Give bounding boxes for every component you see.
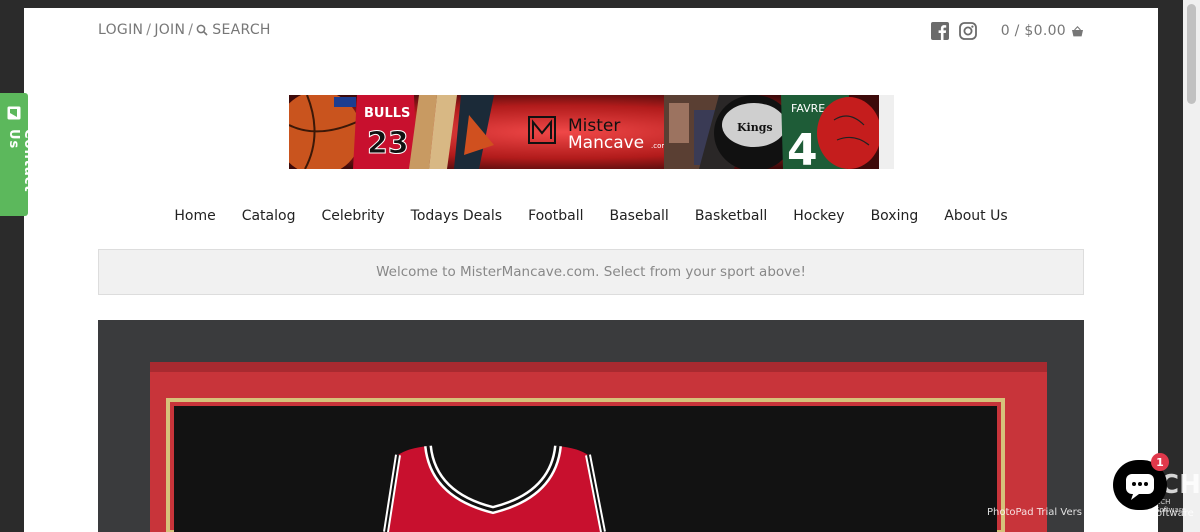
separator: / — [146, 22, 152, 38]
banner-puck-text: Kings — [737, 121, 773, 134]
chat-notification-badge: 1 — [1151, 453, 1169, 471]
nav-item-home[interactable]: Home — [174, 208, 215, 224]
search-link[interactable]: SEARCH — [196, 22, 270, 38]
header-right: 0 / $0.00 — [930, 22, 1084, 40]
nav-item-basketball[interactable]: Basketball — [695, 208, 767, 224]
welcome-banner: Welcome to MisterMancave.com. Select fro… — [98, 249, 1084, 295]
separator: / — [188, 22, 194, 38]
contact-us-tab[interactable]: Contact Us — [0, 93, 36, 216]
facebook-icon[interactable] — [930, 22, 949, 40]
search-icon — [196, 24, 208, 36]
banner-jersey-number: 23 — [367, 126, 409, 161]
nav-item-about-us[interactable]: About Us — [944, 208, 1007, 224]
scrollbar-thumb[interactable] — [1187, 4, 1196, 104]
banner-jersey2-name: FAVRE — [791, 102, 825, 115]
nav-item-football[interactable]: Football — [528, 208, 583, 224]
nav-item-catalog[interactable]: Catalog — [242, 208, 296, 224]
account-links: LOGIN / JOIN / SEARCH — [98, 22, 271, 38]
basket-icon — [1072, 25, 1083, 36]
banner-jersey-team: BULLS — [364, 106, 410, 121]
join-link[interactable]: JOIN — [154, 22, 185, 38]
search-label: SEARCH — [212, 22, 271, 38]
page: LOGIN / JOIN / SEARCH 0 / $0.00 BULLS 23… — [24, 8, 1158, 532]
banner-brand-line2: Mancave — [568, 133, 644, 153]
nav-item-boxing[interactable]: Boxing — [871, 208, 919, 224]
contact-us-label: Contact Us — [6, 129, 36, 193]
framed-jersey-graphic — [98, 320, 1084, 532]
nav-item-hockey[interactable]: Hockey — [793, 208, 844, 224]
nav-item-celebrity[interactable]: Celebrity — [321, 208, 384, 224]
envelope-icon — [7, 106, 21, 120]
top-bar: LOGIN / JOIN / SEARCH 0 / $0.00 — [98, 22, 1084, 42]
cart-link[interactable]: 0 / $0.00 — [1001, 23, 1084, 39]
banner-jersey2-number: 4 — [787, 125, 818, 169]
page-scrollbar[interactable] — [1183, 0, 1200, 532]
login-link[interactable]: LOGIN — [98, 22, 143, 38]
main-nav: Home Catalog Celebrity Todays Deals Foot… — [24, 208, 1158, 224]
store-banner[interactable]: BULLS 23 Mister Mancave .com Kings FAVRE… — [289, 95, 894, 169]
nav-item-todays-deals[interactable]: Todays Deals — [411, 208, 502, 224]
welcome-message: Welcome to MisterMancave.com. Select fro… — [376, 264, 806, 280]
nav-item-baseball[interactable]: Baseball — [609, 208, 668, 224]
hero-image[interactable] — [98, 320, 1084, 532]
photopad-watermark: PhotoPad Trial Vers — [987, 507, 1082, 518]
banner-graphic: BULLS 23 Mister Mancave .com Kings FAVRE… — [289, 95, 894, 169]
social-links — [930, 22, 977, 40]
instagram-icon[interactable] — [958, 22, 977, 40]
cart-total: 0 / $0.00 — [1000, 23, 1066, 39]
